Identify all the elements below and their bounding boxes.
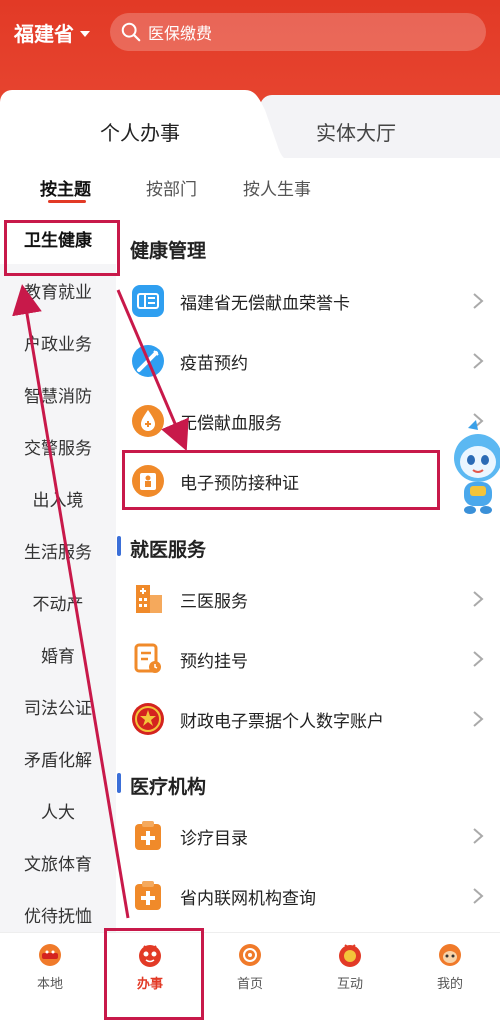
bottom-nav: 本地 办事 首页 互动 我的 <box>0 932 500 1030</box>
chevron-right-icon <box>473 353 484 369</box>
search-placeholder: 医保缴费 <box>148 24 213 43</box>
sidebar-item-culture[interactable]: 文旅体育 <box>0 836 116 888</box>
sidebar-item-notary[interactable]: 司法公证 <box>0 680 116 732</box>
nav-home[interactable]: 首页 <box>200 941 300 992</box>
profile-icon <box>439 944 461 966</box>
nav-label: 本地 <box>36 977 63 992</box>
chevron-right-icon <box>473 888 484 904</box>
tab-hall-label: 实体大厅 <box>316 121 396 145</box>
province-label: 福建省 <box>14 22 74 46</box>
chevron-right-icon <box>473 591 484 607</box>
service-medical-catalog[interactable]: 诊疗目录 <box>130 808 490 864</box>
chevron-right-icon <box>473 651 484 667</box>
highlight-box-vaccination-cert <box>122 450 440 510</box>
tab-personal-label: 个人办事 <box>100 121 180 145</box>
chevron-right-icon <box>473 293 484 309</box>
service-appointment[interactable]: 预约挂号 <box>130 631 490 687</box>
subtab-underline <box>48 200 86 203</box>
tab-curve <box>235 90 295 162</box>
nav-label: 我的 <box>436 977 463 992</box>
search-icon <box>121 22 141 42</box>
local-icon <box>39 944 61 966</box>
finance-badge-icon <box>132 703 164 735</box>
hospital-icon <box>136 585 162 613</box>
chevron-right-icon <box>473 711 484 727</box>
category-sidebar: 卫生健康 教育就业 户政业务 智慧消防 交警服务 出入境 生活服务 不动产 婚育… <box>0 212 116 932</box>
highlight-box-health <box>4 220 120 276</box>
service-blood-donation[interactable]: 无偿献血服务 <box>130 393 490 449</box>
nav-label: 首页 <box>236 977 263 992</box>
nav-interaction[interactable]: 互动 <box>300 941 400 992</box>
nav-label: 互动 <box>336 977 363 992</box>
subtab-by-theme[interactable]: 按主题 <box>40 175 91 200</box>
service-blood-card[interactable]: 福建省无偿献血荣誉卡 <box>130 273 490 329</box>
section-marker <box>117 773 121 793</box>
sidebar-item-mediation[interactable]: 矛盾化解 <box>0 732 116 784</box>
mascot-icon[interactable] <box>448 420 500 516</box>
service-label: 预约挂号 <box>180 651 248 672</box>
subtab-by-department[interactable]: 按部门 <box>146 175 197 200</box>
blood-card-icon <box>132 285 164 317</box>
service-institution-query[interactable]: 省内联网机构查询 <box>130 868 490 924</box>
caret-down-icon <box>80 30 90 37</box>
sidebar-item-exit-entry[interactable]: 出入境 <box>0 472 116 524</box>
service-label: 三医服务 <box>180 591 248 612</box>
chevron-right-icon <box>473 828 484 844</box>
service-label: 疫苗预约 <box>180 353 248 374</box>
service-label: 诊疗目录 <box>180 828 248 849</box>
highlight-box-services-tab <box>104 928 204 1020</box>
sidebar-item-life[interactable]: 生活服务 <box>0 524 116 576</box>
institution-query-icon <box>135 881 161 910</box>
service-label: 无偿献血服务 <box>180 413 282 434</box>
service-three-medical[interactable]: 三医服务 <box>130 571 490 627</box>
sidebar-item-fire[interactable]: 智慧消防 <box>0 368 116 420</box>
interaction-icon <box>339 944 361 967</box>
nav-local[interactable]: 本地 <box>0 941 100 992</box>
blood-drop-icon <box>132 405 164 437</box>
service-finance-account[interactable]: 财政电子票据个人数字账户 <box>130 691 490 747</box>
section-marker <box>117 536 121 556</box>
sidebar-item-marriage[interactable]: 婚育 <box>0 628 116 680</box>
subtab-by-life-event[interactable]: 按人生事 <box>243 175 311 200</box>
sidebar-item-npc[interactable]: 人大 <box>0 784 116 836</box>
vaccine-icon <box>132 345 164 377</box>
nav-mine[interactable]: 我的 <box>400 941 500 992</box>
appointment-icon <box>134 643 161 673</box>
service-vaccine-appointment[interactable]: 疫苗预约 <box>130 333 490 389</box>
section-title-health: 健康管理 <box>130 240 207 262</box>
service-label: 省内联网机构查询 <box>180 888 316 909</box>
province-selector[interactable]: 福建省 <box>14 18 90 47</box>
service-label: 福建省无偿献血荣誉卡 <box>180 293 350 314</box>
sidebar-item-traffic[interactable]: 交警服务 <box>0 420 116 472</box>
section-title-institutions: 医疗机构 <box>130 776 207 798</box>
medical-catalog-icon <box>135 821 161 850</box>
sidebar-item-household[interactable]: 户政业务 <box>0 316 116 368</box>
section-title-medical: 就医服务 <box>130 539 207 561</box>
home-icon <box>239 944 261 966</box>
sidebar-item-real-estate[interactable]: 不动产 <box>0 576 116 628</box>
search-bar[interactable]: 医保缴费 <box>110 13 486 51</box>
service-label: 财政电子票据个人数字账户 <box>180 711 384 732</box>
